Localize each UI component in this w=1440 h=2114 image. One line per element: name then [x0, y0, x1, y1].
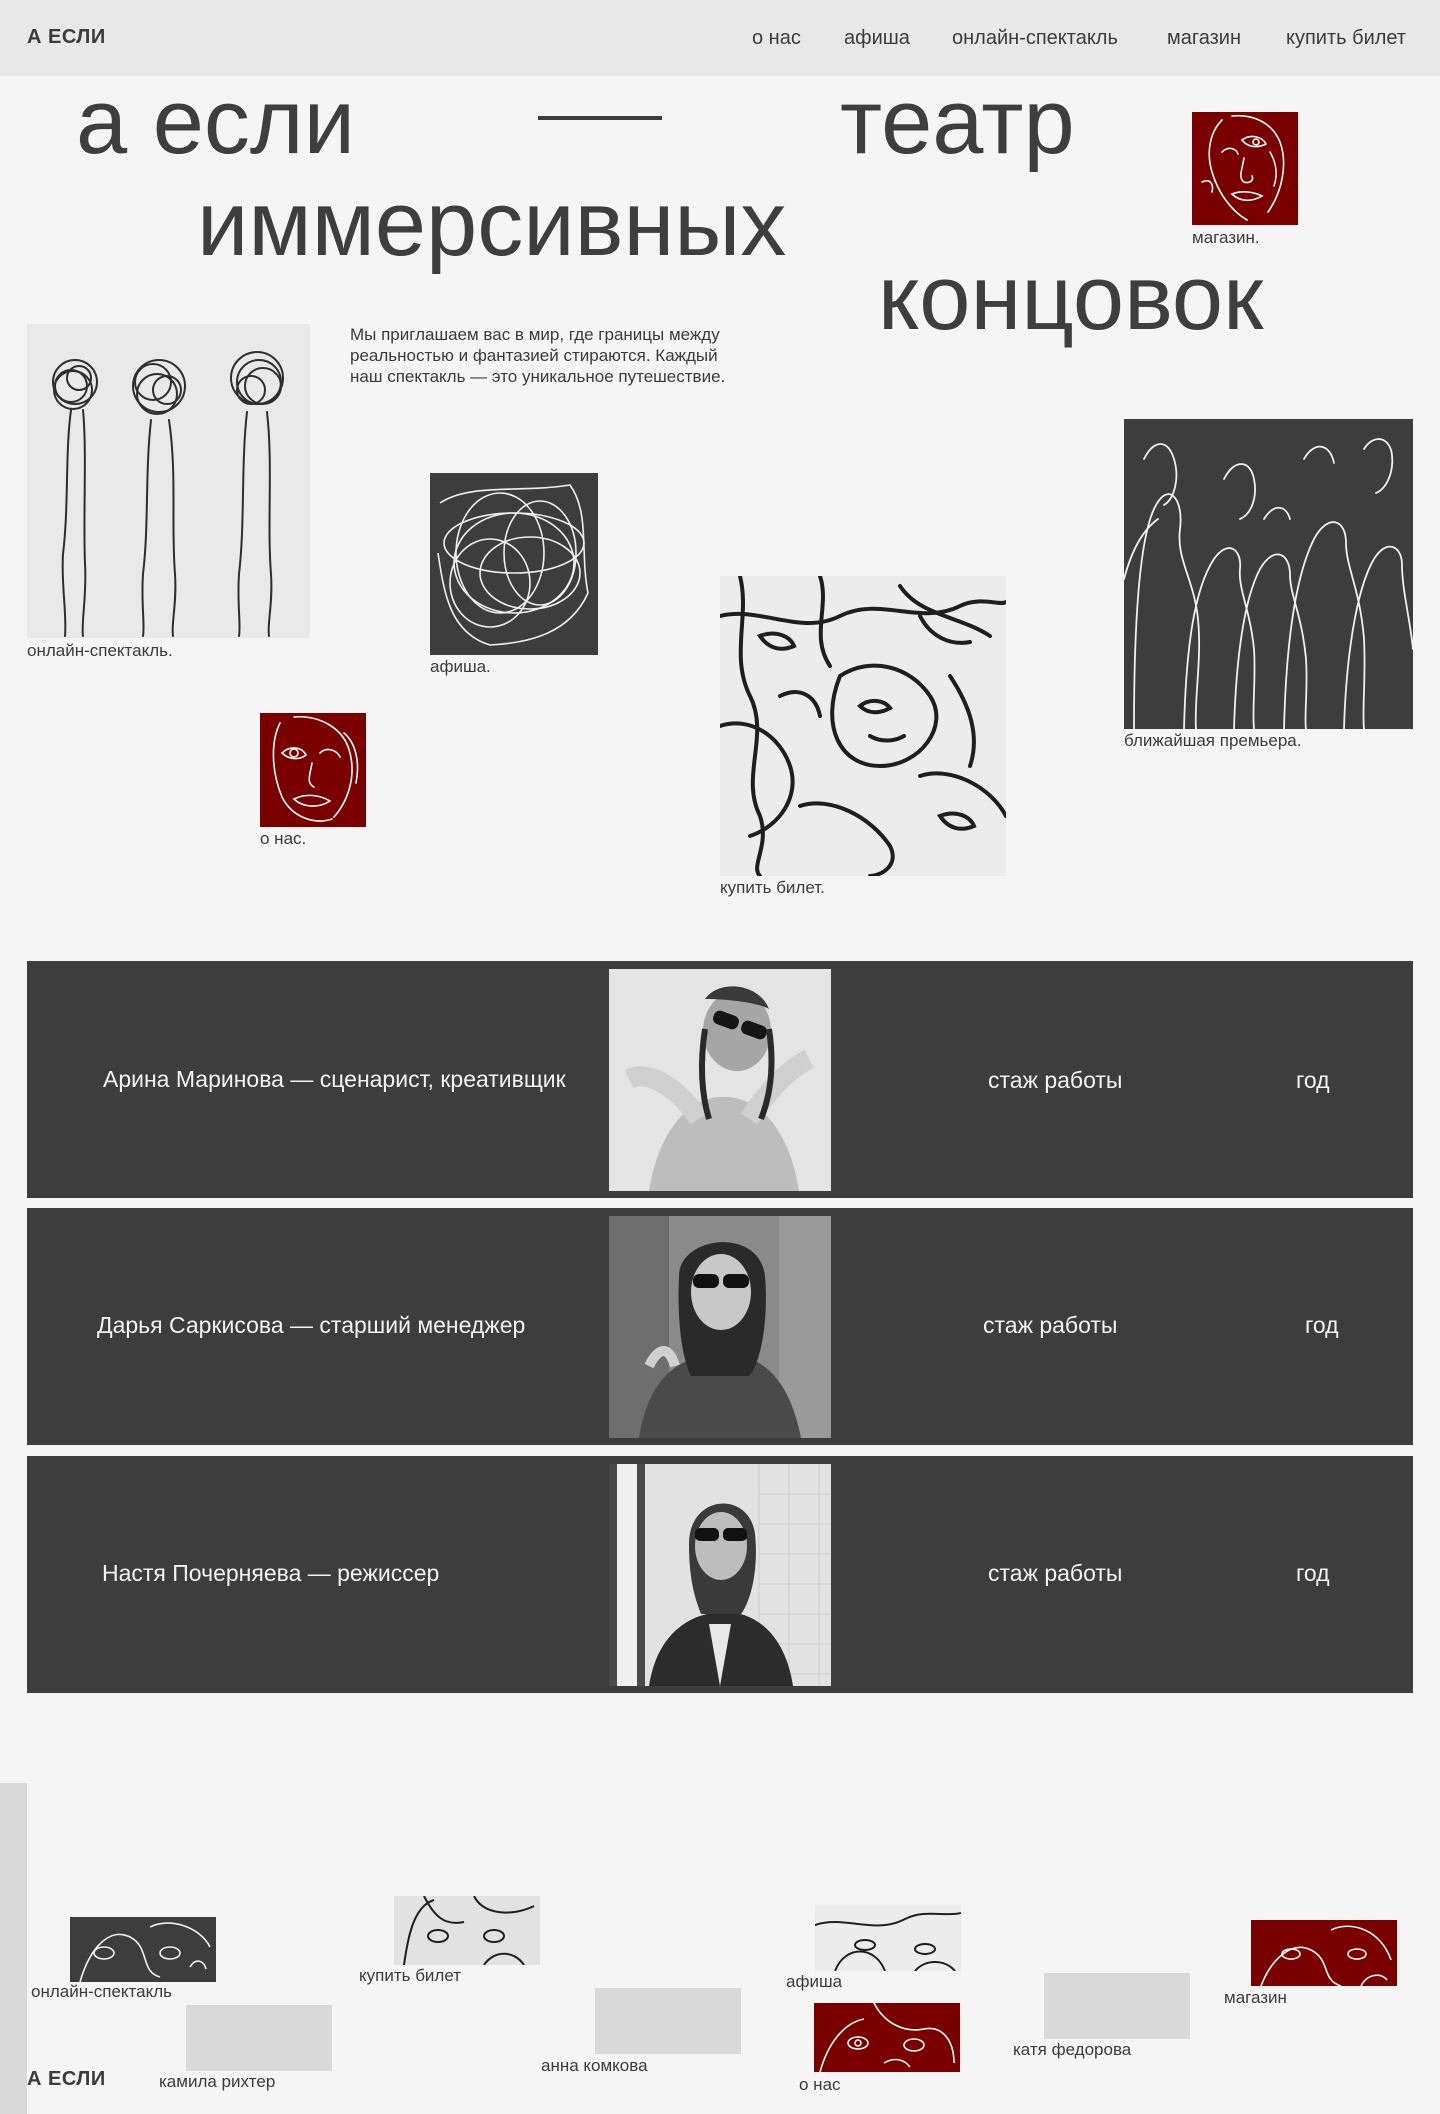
face-line-art-icon [1260, 1925, 1392, 1986]
about-tile[interactable] [260, 713, 366, 827]
face-line-art-icon [819, 2003, 955, 2072]
footer-link-about[interactable]: о нас [799, 2075, 841, 2095]
scribble-tangle-icon [437, 484, 589, 646]
hero-title-line3: концовок [878, 247, 1264, 349]
face-line-art-icon [79, 1922, 211, 1982]
team-row: Дарья Саркисова — старший менеджер стаж … [27, 1208, 1413, 1445]
face-line-art-icon [403, 1896, 535, 1965]
site-logo[interactable]: А ЕСЛИ [27, 26, 106, 49]
hero-dash [538, 116, 662, 120]
nav-shop[interactable]: магазин [1167, 27, 1241, 50]
team-member-photo [609, 969, 831, 1191]
about-caption[interactable]: о нас. [260, 829, 306, 849]
credit-name: камила рихтер [159, 2072, 276, 2091]
nav-about[interactable]: о нас [752, 27, 801, 50]
buy-ticket-caption[interactable]: купить билет. [720, 878, 825, 898]
footer-logo[interactable]: А ЕСЛИ [27, 2068, 106, 2091]
face-line-art-icon [1201, 114, 1285, 221]
face-line-art-icon [272, 716, 359, 822]
team-member-name: Настя Почерняева — режиссер [102, 1560, 440, 1586]
portrait-photo-icon [609, 1216, 831, 1438]
hero-title-line2: иммерсивных [197, 173, 787, 275]
credit-photo-placeholder [1044, 1973, 1190, 2039]
hero-title-part1: а если [76, 71, 355, 173]
nav-online-show[interactable]: онлайн-спектакль [952, 27, 1118, 50]
online-show-caption[interactable]: онлайн-спектакль. [27, 641, 173, 661]
footer-link-shop[interactable]: магазин [1224, 1988, 1287, 2008]
footer-side-strip [0, 1783, 27, 2114]
team-member-photo [609, 1216, 831, 1438]
faces-pattern-icon [720, 576, 1006, 876]
credit-name: анна комкова [541, 2056, 648, 2075]
credit-photo-placeholder [595, 1988, 741, 2054]
shop-tile[interactable] [1192, 112, 1298, 225]
team-member-experience: стаж работы [988, 1560, 1123, 1586]
team-row: Настя Почерняева — режиссер стаж работы … [27, 1456, 1413, 1693]
team-member-experience: стаж работы [983, 1312, 1118, 1338]
footer-ticket-thumb[interactable] [394, 1896, 540, 1965]
team-row: Арина Маринова — сценарист, креативщик с… [27, 961, 1413, 1198]
nav-buy-ticket[interactable]: купить билет [1286, 27, 1406, 50]
portrait-photo-icon [609, 969, 831, 1191]
footer-online-show-thumb[interactable] [70, 1917, 216, 1982]
scribble-figures-icon [52, 351, 284, 637]
team-member-year: год [1296, 1067, 1330, 1093]
footer-link-afisha[interactable]: афиша [786, 1972, 842, 1992]
footer-shop-thumb[interactable] [1251, 1920, 1397, 1986]
credit-name: катя федорова [1013, 2040, 1132, 2059]
team-member-experience: стаж работы [988, 1067, 1123, 1093]
premiere-tile[interactable] [1124, 419, 1413, 729]
team-member-name: Арина Маринова — сценарист, креативщик [103, 1066, 566, 1092]
afisha-tile[interactable] [430, 473, 598, 655]
nav-afisha[interactable]: афиша [844, 27, 910, 50]
footer-link-ticket[interactable]: купить билет [359, 1966, 461, 1986]
portrait-photo-icon [609, 1464, 831, 1686]
hero-title-part2: театр [840, 71, 1075, 173]
team-member-photo [609, 1464, 831, 1686]
team-member-name: Дарья Саркисова — старший менеджер [97, 1312, 526, 1338]
crowd-silhouettes-icon [1124, 438, 1413, 729]
footer-afisha-thumb[interactable] [815, 1905, 961, 1971]
faces-pattern-icon [815, 1912, 961, 1971]
team-member-year: год [1296, 1560, 1330, 1586]
credit-photo-placeholder [186, 2005, 332, 2071]
afisha-caption[interactable]: афиша. [430, 657, 491, 677]
shop-caption[interactable]: магазин. [1192, 228, 1260, 248]
premiere-caption[interactable]: ближайшая премьера. [1124, 731, 1301, 751]
buy-ticket-tile[interactable] [720, 576, 1006, 876]
footer-about-thumb[interactable] [814, 2003, 960, 2072]
intro-text: Мы приглашаем вас в мир, где границы меж… [350, 325, 726, 386]
team-member-year: год [1305, 1312, 1339, 1338]
online-show-tile[interactable] [27, 324, 310, 638]
footer-link-online-show[interactable]: онлайн-спектакль [31, 1982, 172, 2002]
